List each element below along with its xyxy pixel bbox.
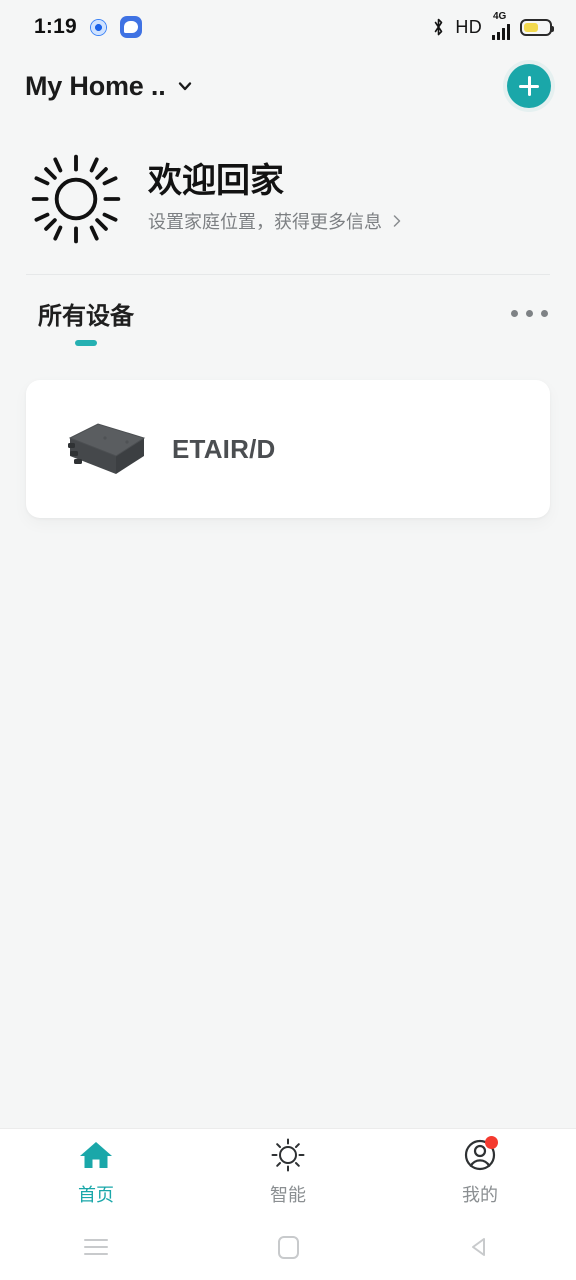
device-box-icon xyxy=(68,423,146,474)
status-bar-left: 1:19 xyxy=(34,15,142,39)
welcome-banner: 欢迎回家 设置家庭位置，获得更多信息 xyxy=(0,140,576,258)
home-title: My Home .. xyxy=(25,70,166,101)
status-time: 1:19 xyxy=(34,15,77,38)
bluetooth-icon xyxy=(435,18,443,36)
sun-icon xyxy=(31,154,121,244)
nav-item-smart-label: 智能 xyxy=(270,1185,306,1206)
tab-all-devices-label: 所有设备 xyxy=(38,302,134,330)
nav-item-mine[interactable]: 我的 xyxy=(384,1136,576,1207)
phone-screen: 1:19 HD 4G My Home .. 欢迎回家 设置家庭位置，获得更多信息… xyxy=(0,0,576,1280)
network-type-label: 4G xyxy=(493,10,507,22)
menu-icon xyxy=(84,1239,108,1255)
profile-icon xyxy=(461,1136,499,1174)
add-device-button[interactable] xyxy=(507,64,551,108)
bottom-navigation: 首页 智能 我的 xyxy=(0,1128,576,1214)
chevron-right-icon xyxy=(393,215,401,227)
home-selector[interactable]: My Home .. xyxy=(25,71,193,102)
device-card[interactable]: ETAIR/D xyxy=(26,380,550,518)
recents-button[interactable] xyxy=(0,1239,192,1255)
tab-all-devices[interactable]: 所有设备 xyxy=(38,296,134,346)
status-bar-right: HD 4G xyxy=(432,10,554,40)
tab-active-indicator xyxy=(75,340,97,346)
plus-icon xyxy=(518,75,540,97)
signal-indicator: 4G xyxy=(492,10,510,40)
welcome-subtitle: 设置家庭位置，获得更多信息 xyxy=(148,211,382,233)
section-divider xyxy=(26,274,550,275)
hd-label: HD xyxy=(455,16,482,37)
sun-outline-icon xyxy=(269,1136,307,1174)
battery-icon xyxy=(520,18,554,36)
welcome-text-block: 欢迎回家 设置家庭位置，获得更多信息 xyxy=(148,161,403,234)
chevron-down-icon xyxy=(178,82,191,91)
square-icon xyxy=(277,1235,299,1259)
device-name: ETAIR/D xyxy=(172,433,276,464)
set-home-location-link[interactable]: 设置家庭位置，获得更多信息 xyxy=(148,208,403,234)
nav-item-home-label: 首页 xyxy=(78,1185,114,1206)
nav-item-mine-label: 我的 xyxy=(462,1185,498,1206)
more-horizontal-icon[interactable] xyxy=(511,296,548,317)
chat-bubble-icon xyxy=(119,16,142,38)
home-icon xyxy=(77,1136,115,1174)
nav-item-home[interactable]: 首页 xyxy=(0,1136,192,1207)
nav-item-smart[interactable]: 智能 xyxy=(192,1136,384,1207)
welcome-title: 欢迎回家 xyxy=(148,161,284,202)
system-navigation-bar xyxy=(0,1214,576,1280)
notification-badge xyxy=(485,1136,498,1149)
home-button[interactable] xyxy=(192,1235,384,1259)
app-bar: My Home .. xyxy=(0,54,576,118)
triangle-left-icon xyxy=(472,1238,485,1256)
back-button[interactable] xyxy=(384,1234,576,1260)
signal-bars-icon xyxy=(492,23,510,40)
device-tabs: 所有设备 xyxy=(0,296,576,350)
status-bar: 1:19 HD 4G xyxy=(0,0,576,54)
recording-dot-icon xyxy=(89,18,107,36)
